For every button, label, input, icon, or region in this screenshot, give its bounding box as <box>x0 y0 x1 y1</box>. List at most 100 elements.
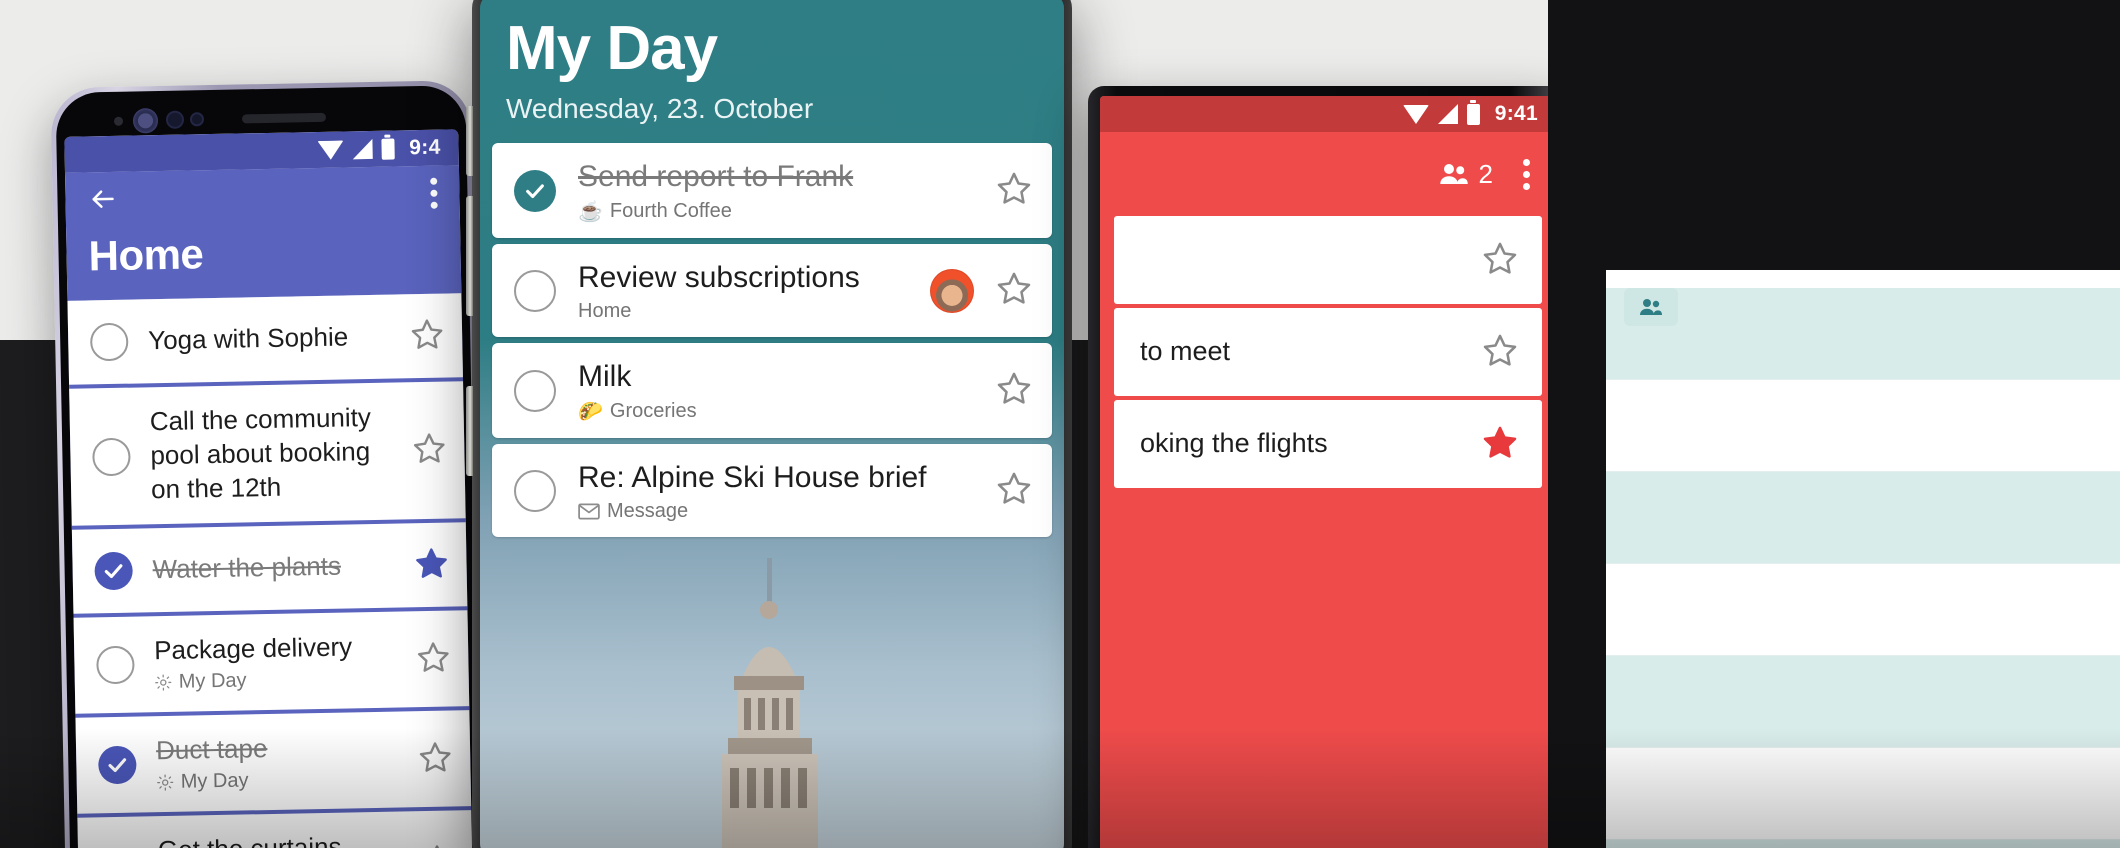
task-row[interactable]: Water the plants <box>71 522 468 615</box>
favorite-star-icon[interactable] <box>416 639 451 679</box>
taco-emoji: 🌮 <box>578 401 603 424</box>
task-title: Get the curtains trimmed for <box>158 830 401 848</box>
center-phone-screen: My Day Wednesday, 23. October Send repor… <box>480 0 1064 848</box>
task-row[interactable]: Call the community pool about booking on… <box>69 381 466 527</box>
checkbox-unchecked[interactable] <box>514 469 556 512</box>
envelope-icon <box>578 503 600 520</box>
checkbox-unchecked[interactable] <box>89 322 129 362</box>
task-title: Water the plants <box>152 551 342 585</box>
proximity-sensor-icon <box>191 114 203 125</box>
tablet-row <box>1606 472 2120 564</box>
task-card[interactable]: Review subscriptions Home <box>492 244 1052 338</box>
favorite-star-icon[interactable] <box>1482 240 1518 281</box>
task-card[interactable]: Milk 🌮 Groceries <box>492 343 1052 439</box>
task-title: Re: Alpine Ski House brief <box>578 461 927 495</box>
right-phone-screen: 9:41 2 to meet oking the flights <box>1100 96 1556 848</box>
checkbox-unchecked[interactable] <box>92 437 131 477</box>
task-title: Review subscriptions <box>578 261 860 295</box>
task-title: Yoga with Sophie <box>147 321 349 356</box>
task-title: Duct tape <box>155 733 268 766</box>
center-task-list: Send report to Frank ☕ Fourth Coffee Review… <box>480 133 1064 538</box>
task-row[interactable]: to meet <box>1114 308 1542 396</box>
signal-icon <box>1437 104 1458 124</box>
left-task-list: Yoga with Sophie Call the community pool … <box>67 293 473 848</box>
people-icon <box>1624 288 1678 326</box>
page-title: My Day <box>506 14 718 83</box>
task-title: oking the flights <box>1140 428 1328 459</box>
checkbox-unchecked[interactable] <box>96 645 135 685</box>
right-task-list: to meet oking the flights <box>1100 216 1556 488</box>
tablet-row <box>1606 656 2120 748</box>
task-row[interactable]: Get the curtains trimmed for <box>77 810 473 848</box>
left-appbar: Home <box>64 165 462 301</box>
tablet-row <box>1606 840 2120 848</box>
checkbox-checked[interactable] <box>94 552 134 591</box>
tablet-row <box>1606 564 2120 656</box>
shared-members-button[interactable]: 2 <box>1439 159 1493 190</box>
favorite-star-icon[interactable] <box>996 170 1032 211</box>
task-title: Call the community pool about booking on… <box>149 402 372 504</box>
power-button[interactable] <box>466 386 473 476</box>
device-far-right-tablet <box>1548 0 2120 848</box>
capitol-dome-image <box>722 558 818 848</box>
task-row[interactable] <box>1114 216 1542 304</box>
task-row[interactable]: Duct tape My Day <box>75 710 472 814</box>
checkbox-unchecked[interactable] <box>514 369 556 412</box>
task-row[interactable]: Yoga with Sophie <box>67 293 463 385</box>
task-subtitle: Message <box>578 500 974 523</box>
avatar[interactable] <box>930 268 974 313</box>
checkbox-checked[interactable] <box>514 169 556 212</box>
page-title: Home <box>88 230 204 280</box>
task-row[interactable]: Package delivery My Day <box>73 610 470 714</box>
favorite-star-icon[interactable] <box>996 270 1032 311</box>
page-date: Wednesday, 23. October <box>506 93 814 125</box>
checkbox-checked[interactable] <box>98 745 137 785</box>
coffee-emoji: ☕ <box>578 201 603 224</box>
signal-icon <box>352 138 373 160</box>
task-subtitle: Home <box>578 300 632 323</box>
task-subtitle: 🌮 Groceries <box>578 400 697 424</box>
favorite-star-icon[interactable] <box>414 545 449 585</box>
sun-icon <box>155 674 172 691</box>
sun-icon <box>157 774 174 791</box>
iris-scanner-icon <box>132 107 159 134</box>
clock: 9:4 <box>409 135 441 160</box>
task-card[interactable]: Send report to Frank ☕ Fourth Coffee <box>492 143 1052 239</box>
task-title: to meet <box>1140 336 1231 367</box>
task-title: Send report to Frank <box>578 160 854 194</box>
wifi-icon <box>1402 104 1429 124</box>
favorite-star-icon[interactable] <box>996 470 1032 511</box>
favorite-star-icon[interactable] <box>1482 332 1518 373</box>
favorite-star-icon[interactable] <box>420 843 455 848</box>
device-right-phone: 9:41 2 to meet oking the flights <box>1088 86 1568 848</box>
left-phone-bezel: 9:4 Home Yoga with Sophie Call the commun… <box>55 85 481 848</box>
wifi-icon <box>317 139 344 160</box>
task-subtitle: My Day <box>156 767 398 795</box>
back-arrow-icon[interactable] <box>87 184 118 215</box>
people-icon <box>1439 164 1468 184</box>
tablet-row <box>1606 748 2120 840</box>
task-title: Package delivery <box>153 631 353 666</box>
favorite-star-icon[interactable] <box>418 739 453 779</box>
tablet-screen <box>1606 270 2120 848</box>
checkbox-unchecked[interactable] <box>514 269 556 312</box>
task-title: Milk <box>578 360 632 394</box>
volume-up-button[interactable] <box>466 106 473 176</box>
volume-down-button[interactable] <box>466 196 473 316</box>
overflow-menu-icon[interactable] <box>430 177 438 209</box>
task-subtitle: ☕ Fourth Coffee <box>578 200 732 224</box>
right-statusbar: 9:41 <box>1100 96 1556 132</box>
overflow-menu-icon[interactable] <box>1523 158 1530 190</box>
favorite-star-icon[interactable] <box>1482 424 1518 465</box>
device-center-phone: My Day Wednesday, 23. October Send repor… <box>466 0 1072 848</box>
battery-icon <box>381 138 395 160</box>
center-header: My Day Wednesday, 23. October <box>480 0 1064 133</box>
task-card[interactable]: Re: Alpine Ski House brief Message <box>492 444 1052 538</box>
tablet-row <box>1606 380 2120 472</box>
favorite-star-icon[interactable] <box>410 316 445 356</box>
clock: 9:41 <box>1494 102 1538 125</box>
task-row[interactable]: oking the flights <box>1114 400 1542 488</box>
device-left-phone: 9:4 Home Yoga with Sophie Call the commun… <box>50 80 486 848</box>
favorite-star-icon[interactable] <box>996 370 1032 411</box>
favorite-star-icon[interactable] <box>412 431 447 471</box>
